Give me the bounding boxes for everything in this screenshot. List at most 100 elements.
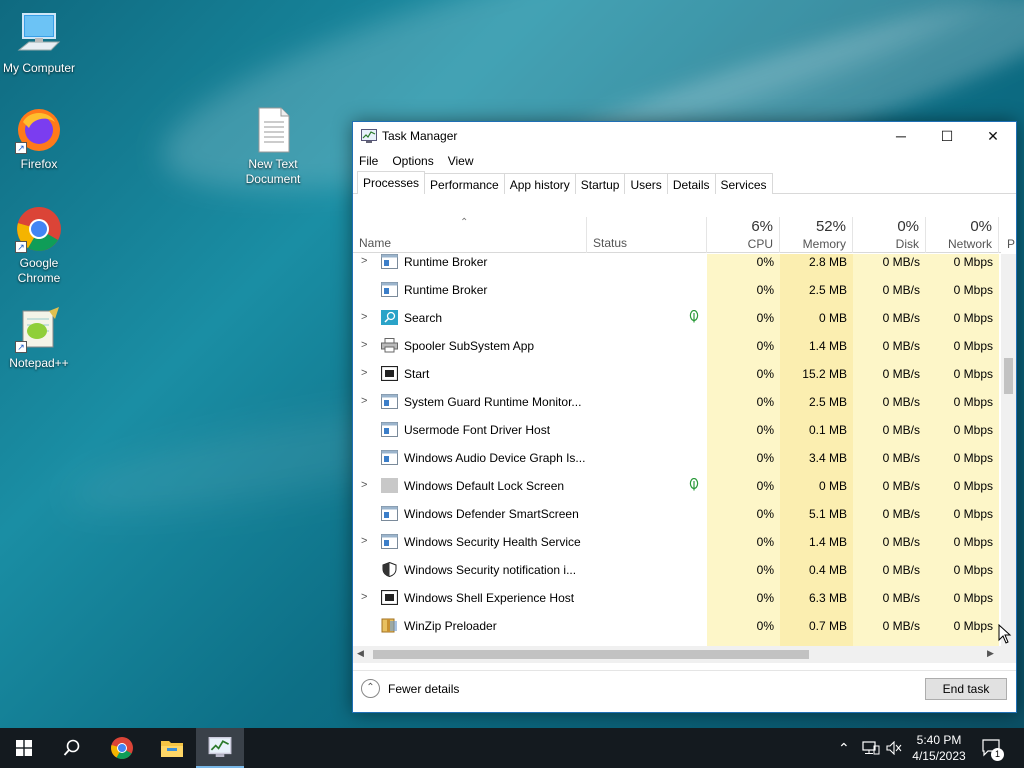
minimize-button[interactable]: ─ — [878, 122, 924, 150]
process-name: Windows Security Health Service — [404, 535, 581, 549]
memory-value: 0.7 MB — [808, 619, 847, 633]
process-row[interactable]: > Windows Shell Experience Host 0% 6.3 MB 0 … — [353, 584, 1001, 612]
chevron-right-icon[interactable]: > — [361, 255, 367, 267]
cpu-value: 0% — [756, 535, 774, 549]
clock-date: 4/15/2023 — [912, 749, 966, 763]
tab-startup[interactable]: Startup — [574, 173, 626, 194]
printer-icon — [381, 338, 398, 353]
tab-strip: Processes Performance App history Startu… — [353, 171, 1016, 194]
process-row[interactable]: Windows Audio Device Graph Is... 0% 3.4 MB… — [353, 444, 1001, 472]
process-row[interactable]: Windows Security notification i... 0% 0.4 … — [353, 556, 1001, 584]
column-name[interactable]: Name — [353, 217, 587, 253]
desktop-icon-my-computer[interactable]: My Computer — [0, 10, 78, 76]
tab-processes[interactable]: Processes — [357, 171, 426, 194]
column-name-label: Name — [359, 236, 392, 250]
fewer-details-link[interactable]: ⌃ Fewer details — [361, 679, 459, 698]
process-name: Usermode Font Driver Host — [404, 423, 551, 437]
cpu-value: 0% — [756, 367, 774, 381]
cpu-value: 0% — [756, 283, 774, 297]
taskbar-search-button[interactable] — [48, 728, 96, 768]
process-row[interactable]: > Spooler SubSystem App 0% 1.4 MB 0 MB/s 0 Mb… — [353, 332, 1001, 360]
chevron-right-icon[interactable]: > — [361, 395, 367, 407]
scroll-right-icon[interactable]: ▶ — [987, 648, 994, 659]
scroll-left-icon[interactable]: ◀ — [357, 648, 364, 659]
chevron-right-icon[interactable]: > — [361, 591, 367, 603]
show-hidden-icons-button[interactable]: ⌃ — [838, 728, 850, 768]
tab-performance[interactable]: Performance — [424, 173, 505, 194]
title-bar[interactable]: Task Manager ─ ☐ ✕ — [353, 122, 1016, 150]
start-app-icon — [380, 365, 399, 382]
search-icon — [63, 739, 80, 756]
column-memory[interactable]: 52% Memory — [780, 217, 853, 253]
chevron-right-icon[interactable]: > — [361, 311, 367, 323]
end-task-button[interactable]: End task — [925, 678, 1007, 700]
start-app-icon — [380, 589, 399, 606]
memory-value: 1.4 MB — [808, 339, 847, 353]
process-row[interactable]: > Windows Default Lock Screen 0% 0 MB 0 MB/s… — [353, 472, 1001, 500]
disk-total-percent: 0% — [897, 218, 919, 235]
process-row[interactable]: Windows Defender SmartScreen 0% 5.1 MB 0 MB… — [353, 500, 1001, 528]
process-row[interactable]: > Search 0% 0 MB 0 MB/s 0 Mbps — [353, 304, 1001, 332]
desktop-icon-new-text-document[interactable]: New Text Document — [234, 106, 312, 187]
process-name: Windows Security notification i... — [404, 563, 577, 577]
memory-total-percent: 52% — [815, 218, 846, 235]
vertical-scrollbar[interactable] — [1001, 254, 1016, 663]
desktop-icon-firefox[interactable]: ↗ Firefox — [0, 106, 78, 172]
chevron-right-icon[interactable]: > — [361, 535, 367, 547]
process-row[interactable]: Runtime Broker 0% 2.5 MB 0 MB/s 0 Mbps — [353, 276, 1001, 304]
process-row[interactable]: WinZip Preloader 0% 0.7 MB 0 MB/s 0 Mbps — [353, 612, 1001, 640]
clock-time: 5:40 PM — [916, 733, 962, 747]
process-row[interactable]: > Windows Security Health Service 0% 1.4 MB… — [353, 528, 1001, 556]
cpu-value: 0% — [756, 451, 774, 465]
cpu-value: 0% — [756, 311, 774, 325]
maximize-button[interactable]: ☐ — [924, 122, 970, 150]
tab-services[interactable]: Services — [714, 173, 773, 194]
network-value: 0 Mbps — [953, 255, 993, 269]
network-value: 0 Mbps — [953, 563, 993, 577]
start-button[interactable] — [0, 728, 48, 768]
desktop-icon-notepad-plus-plus[interactable]: ↗ Notepad++ — [0, 305, 78, 371]
network-value: 0 Mbps — [953, 451, 993, 465]
taskbar-clock[interactable]: 5:40 PM 4/15/2023 — [906, 732, 972, 764]
network-value: 0 Mbps — [953, 619, 993, 633]
taskbar-task-manager[interactable] — [196, 728, 244, 768]
app-window-icon — [381, 282, 398, 297]
taskbar-chrome[interactable] — [98, 728, 146, 768]
tab-app-history[interactable]: App history — [503, 173, 576, 194]
taskbar-file-explorer[interactable] — [148, 728, 196, 768]
network-tray-button[interactable] — [862, 728, 880, 768]
column-status[interactable]: Status — [587, 217, 707, 253]
chevron-right-icon[interactable]: > — [361, 367, 367, 379]
chevron-up-icon: ⌃ — [361, 679, 380, 698]
tab-users[interactable]: Users — [624, 173, 668, 194]
desktop-icon-google-chrome[interactable]: ↗ Google Chrome — [0, 205, 78, 286]
column-network[interactable]: 0% Network — [926, 217, 999, 253]
vertical-scroll-thumb[interactable] — [1004, 358, 1013, 394]
network-value: 0 Mbps — [953, 535, 993, 549]
column-cpu[interactable]: 6% CPU — [707, 217, 780, 253]
menu-file[interactable]: File — [359, 154, 378, 168]
column-power-partial[interactable]: P — [999, 217, 1015, 253]
volume-tray-button[interactable] — [886, 728, 902, 768]
column-disk[interactable]: 0% Disk — [853, 217, 926, 253]
disk-value: 0 MB/s — [882, 255, 920, 269]
disk-value: 0 MB/s — [882, 479, 920, 493]
process-row[interactable]: Usermode Font Driver Host 0% 0.1 MB 0 MB/s 0… — [353, 416, 1001, 444]
process-row[interactable]: > Runtime Broker 0% 2.8 MB 0 MB/s 0 Mbps — [353, 254, 1001, 276]
close-button[interactable]: ✕ — [970, 122, 1016, 150]
suspended-leaf-icon — [689, 309, 699, 326]
memory-value: 2.5 MB — [808, 283, 847, 297]
disk-value: 0 MB/s — [882, 619, 920, 633]
chevron-right-icon[interactable]: > — [361, 339, 367, 351]
chevron-right-icon[interactable]: > — [361, 479, 367, 491]
horizontal-scrollbar[interactable]: ◀ ▶ — [353, 646, 1001, 663]
action-center-button[interactable]: 1 — [982, 728, 1004, 768]
network-value: 0 Mbps — [953, 479, 993, 493]
menu-options[interactable]: Options — [392, 154, 433, 168]
process-row[interactable]: > Start 0% 15.2 MB 0 MB/s 0 Mbps — [353, 360, 1001, 388]
chrome-icon: ↗ — [15, 205, 63, 253]
menu-view[interactable]: View — [448, 154, 474, 168]
process-row[interactable]: > System Guard Runtime Monitor... 0% 2.5 MB… — [353, 388, 1001, 416]
horizontal-scroll-thumb[interactable] — [373, 650, 809, 659]
tab-details[interactable]: Details — [666, 173, 716, 194]
